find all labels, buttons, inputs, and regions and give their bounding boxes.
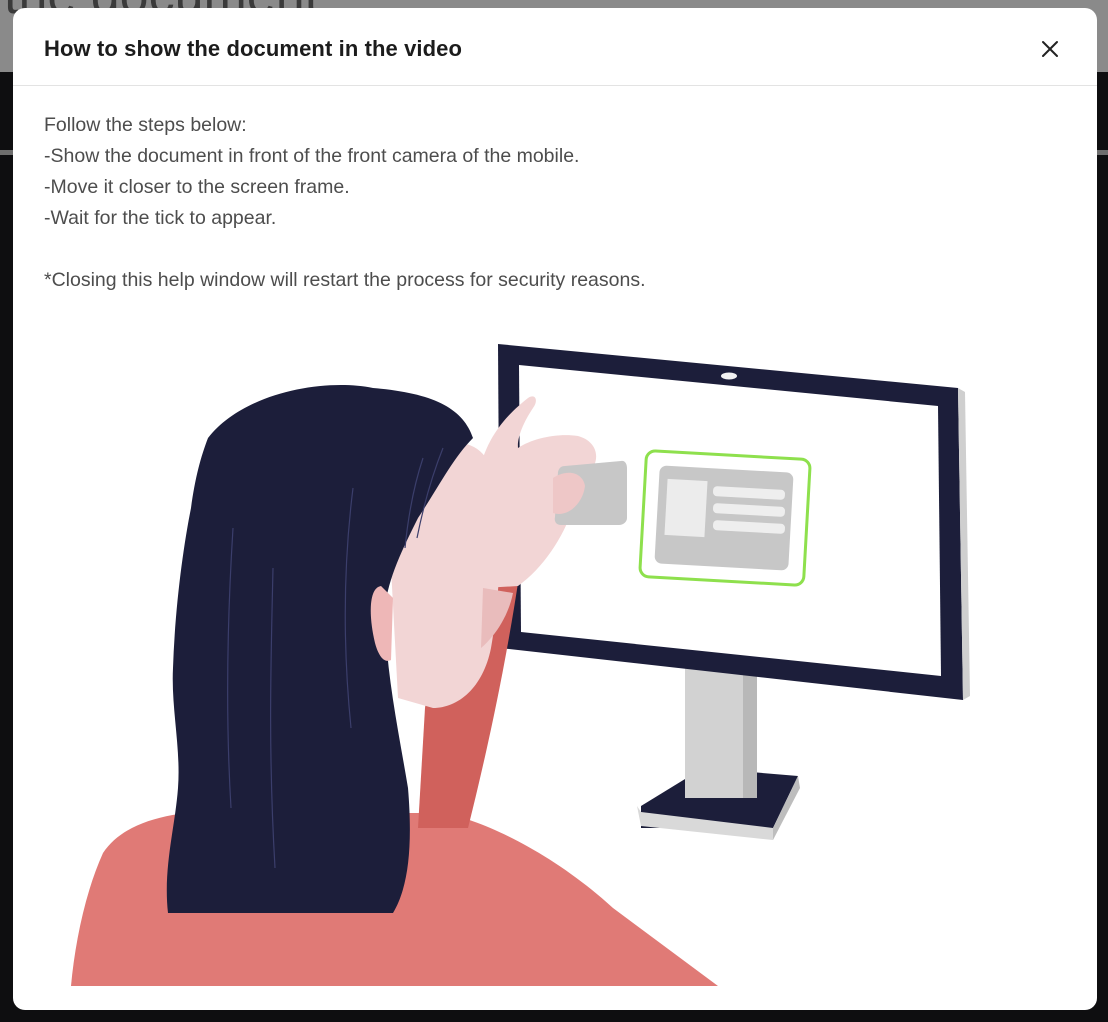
person	[71, 385, 718, 986]
document-to-camera-illustration	[71, 344, 970, 986]
help-modal: How to show the document in the video Fo…	[13, 8, 1097, 1010]
monitor-stand	[637, 668, 800, 840]
